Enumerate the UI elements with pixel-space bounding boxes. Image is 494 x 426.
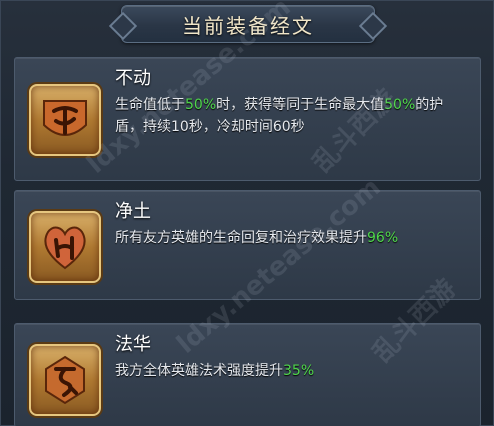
panel-header: 当前装备经文 <box>121 5 375 43</box>
scripture-name: 净土 <box>115 201 151 222</box>
desc-text: 我方全体英雄法术强度提升 <box>115 363 283 379</box>
scripture-name: 不动 <box>115 68 151 89</box>
budong-rune-icon <box>29 84 101 156</box>
scripture-description: 我方全体英雄法术强度提升35% <box>115 360 470 382</box>
desc-text: 所有友方英雄的生命回复和治疗效果提升 <box>115 230 367 246</box>
desc-highlight: 96% <box>367 230 399 246</box>
scripture-card-jingtu[interactable]: 净土 所有友方英雄的生命回复和治疗效果提升96% <box>14 190 481 300</box>
panel-title: 当前装备经文 <box>182 13 314 38</box>
scripture-card-budong[interactable]: 不动 生命值低于50%时，获得等同于生命最大值50%的护盾，持续10秒，冷却时间… <box>14 57 481 181</box>
scripture-description: 所有友方英雄的生命回复和治疗效果提升96% <box>115 227 470 249</box>
desc-text: 时，获得等同于生命最大值 <box>216 97 385 113</box>
desc-highlight: 50% <box>185 97 217 113</box>
equipped-scriptures-panel: 当前装备经文 不动 生命值低于50%时，获得等同于生命最大值50%的护盾，持续1… <box>0 0 494 426</box>
desc-text: 生命值低于 <box>115 97 185 113</box>
fahua-rune-icon <box>29 344 101 416</box>
desc-highlight: 50% <box>384 97 416 113</box>
jingtu-rune-icon <box>29 211 101 283</box>
scripture-name: 法华 <box>115 334 151 355</box>
scripture-description: 生命值低于50%时，获得等同于生命最大值50%的护盾，持续10秒，冷却时间60秒 <box>115 94 470 138</box>
scripture-card-fahua[interactable]: 法华 我方全体英雄法术强度提升35% <box>14 323 481 426</box>
desc-highlight: 35% <box>283 363 315 379</box>
